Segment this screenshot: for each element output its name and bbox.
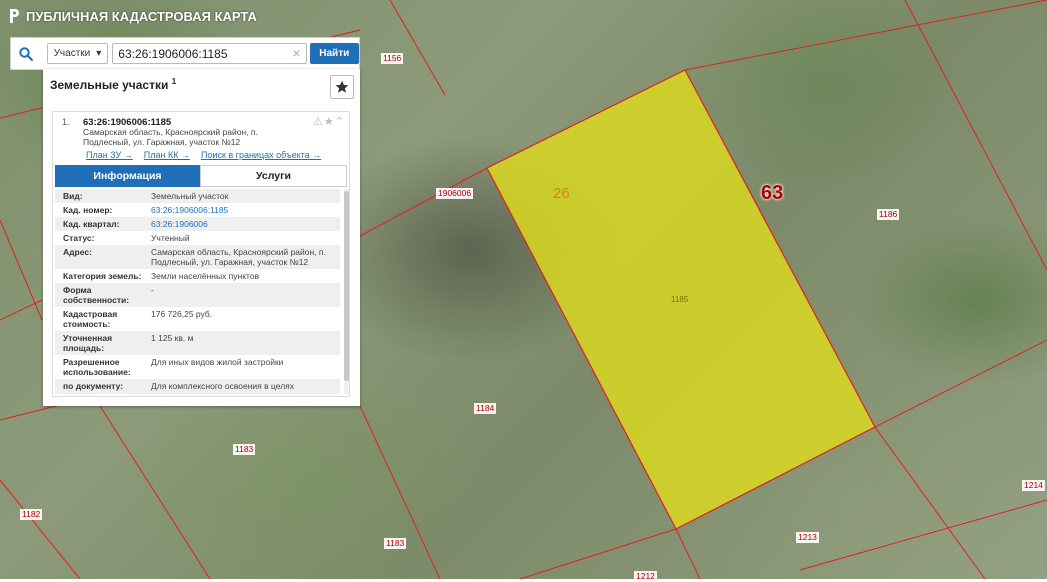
clear-icon[interactable]: ×: [292, 45, 300, 61]
search-icon[interactable]: [11, 38, 41, 69]
search-input-wrapper: ×: [112, 43, 307, 64]
result-address: Самарская область, Красноярский район, п…: [83, 127, 258, 147]
search-bar: Участки ▾ × Найти: [10, 37, 360, 70]
map-label-1182[interactable]: 1182: [20, 509, 43, 520]
map-label-1213[interactable]: 1213: [796, 532, 819, 543]
map-label-1212[interactable]: 1212: [634, 571, 657, 582]
map-label-1184[interactable]: 1184: [474, 403, 497, 414]
cad-quarter-link[interactable]: 63:26:1906006: [151, 219, 212, 229]
search-in-bounds-link[interactable]: Поиск в границах объекта →: [201, 150, 321, 160]
app-title: ПУБЛИЧНАЯ КАДАСТРОВАЯ КАРТА: [26, 8, 257, 24]
map-label-1156[interactable]: 1156: [381, 53, 404, 64]
tab-services[interactable]: Услуги: [200, 165, 347, 187]
plan-zu-link[interactable]: План ЗУ →: [86, 150, 133, 160]
info-row: Кадастровая стоимость: 176 726,25 руб.: [63, 309, 213, 329]
map-label-1183-b[interactable]: 1183: [384, 538, 407, 549]
map-label-1214[interactable]: 1214: [1022, 480, 1045, 491]
results-panel: Земельные участки 1 1. 63:26:1906006:118…: [43, 69, 360, 406]
info-row: Вид: Земельный участок: [55, 189, 340, 203]
map-label-1186[interactable]: 1186: [877, 209, 900, 220]
result-count: 1: [171, 77, 177, 86]
info-table: Вид: Земельный участок Кад. номер: 63:26:1…: [55, 189, 340, 394]
map-label-1185[interactable]: 1185: [671, 295, 688, 304]
info-row: Форма собственности: -: [55, 283, 340, 307]
map-label-quarter[interactable]: 1906006: [436, 188, 474, 199]
tab-info[interactable]: Информация: [55, 165, 200, 187]
cad-number-link[interactable]: 63:26:1906006:1185: [151, 205, 232, 215]
search-input[interactable]: [113, 45, 291, 62]
map-label-district: 26: [553, 185, 570, 202]
map-label-region: 63: [761, 182, 784, 204]
info-row: Категория земель: Земли населённых пункто…: [63, 271, 260, 281]
info-row: Кад. квартал: 63:26:1906006: [55, 217, 340, 231]
info-row: Статус: Учтенный: [63, 233, 190, 243]
search-type-select[interactable]: Участки ▾: [46, 43, 109, 64]
result-links: План ЗУ → План КК → Поиск в границах объ…: [86, 150, 321, 160]
result-card[interactable]: 1. 63:26:1906006:1185 Самарская область,…: [52, 111, 350, 397]
find-button[interactable]: Найти: [309, 43, 359, 64]
star-outline-icon[interactable]: ★: [324, 116, 335, 128]
map-label-1183[interactable]: 1183: [233, 444, 256, 455]
star-icon: [335, 80, 349, 93]
panel-title: Земельные участки 1: [50, 77, 177, 92]
scrollbar-thumb[interactable]: [344, 191, 349, 381]
chevron-up-icon[interactable]: ⌃: [335, 116, 345, 128]
info-row: Разрешенное использование: Для иных видов…: [63, 357, 284, 377]
favorite-button[interactable]: [330, 75, 354, 99]
warning-icon[interactable]: ⚠: [313, 116, 324, 128]
info-row: Уточненная площадь: 1 125 кв. м: [55, 331, 340, 355]
logo-icon: [10, 9, 19, 23]
info-row: по документу: Для комплексного освоения в…: [55, 379, 340, 394]
app-header: ПУБЛИЧНАЯ КАДАСТРОВАЯ КАРТА: [8, 8, 257, 24]
info-row: Кад. номер: 63:26:1906006:1185: [55, 203, 340, 217]
result-index: 1.: [62, 117, 70, 127]
info-row: Адрес: Самарская область, Красноярский ра…: [55, 245, 340, 269]
result-tabs: Информация Услуги: [55, 165, 347, 187]
chevron-down-icon: ▾: [96, 48, 102, 59]
plan-kk-link[interactable]: План КК →: [144, 150, 190, 160]
card-actions: ⚠★⌃: [313, 115, 345, 128]
info-scrollbar[interactable]: [344, 189, 349, 394]
